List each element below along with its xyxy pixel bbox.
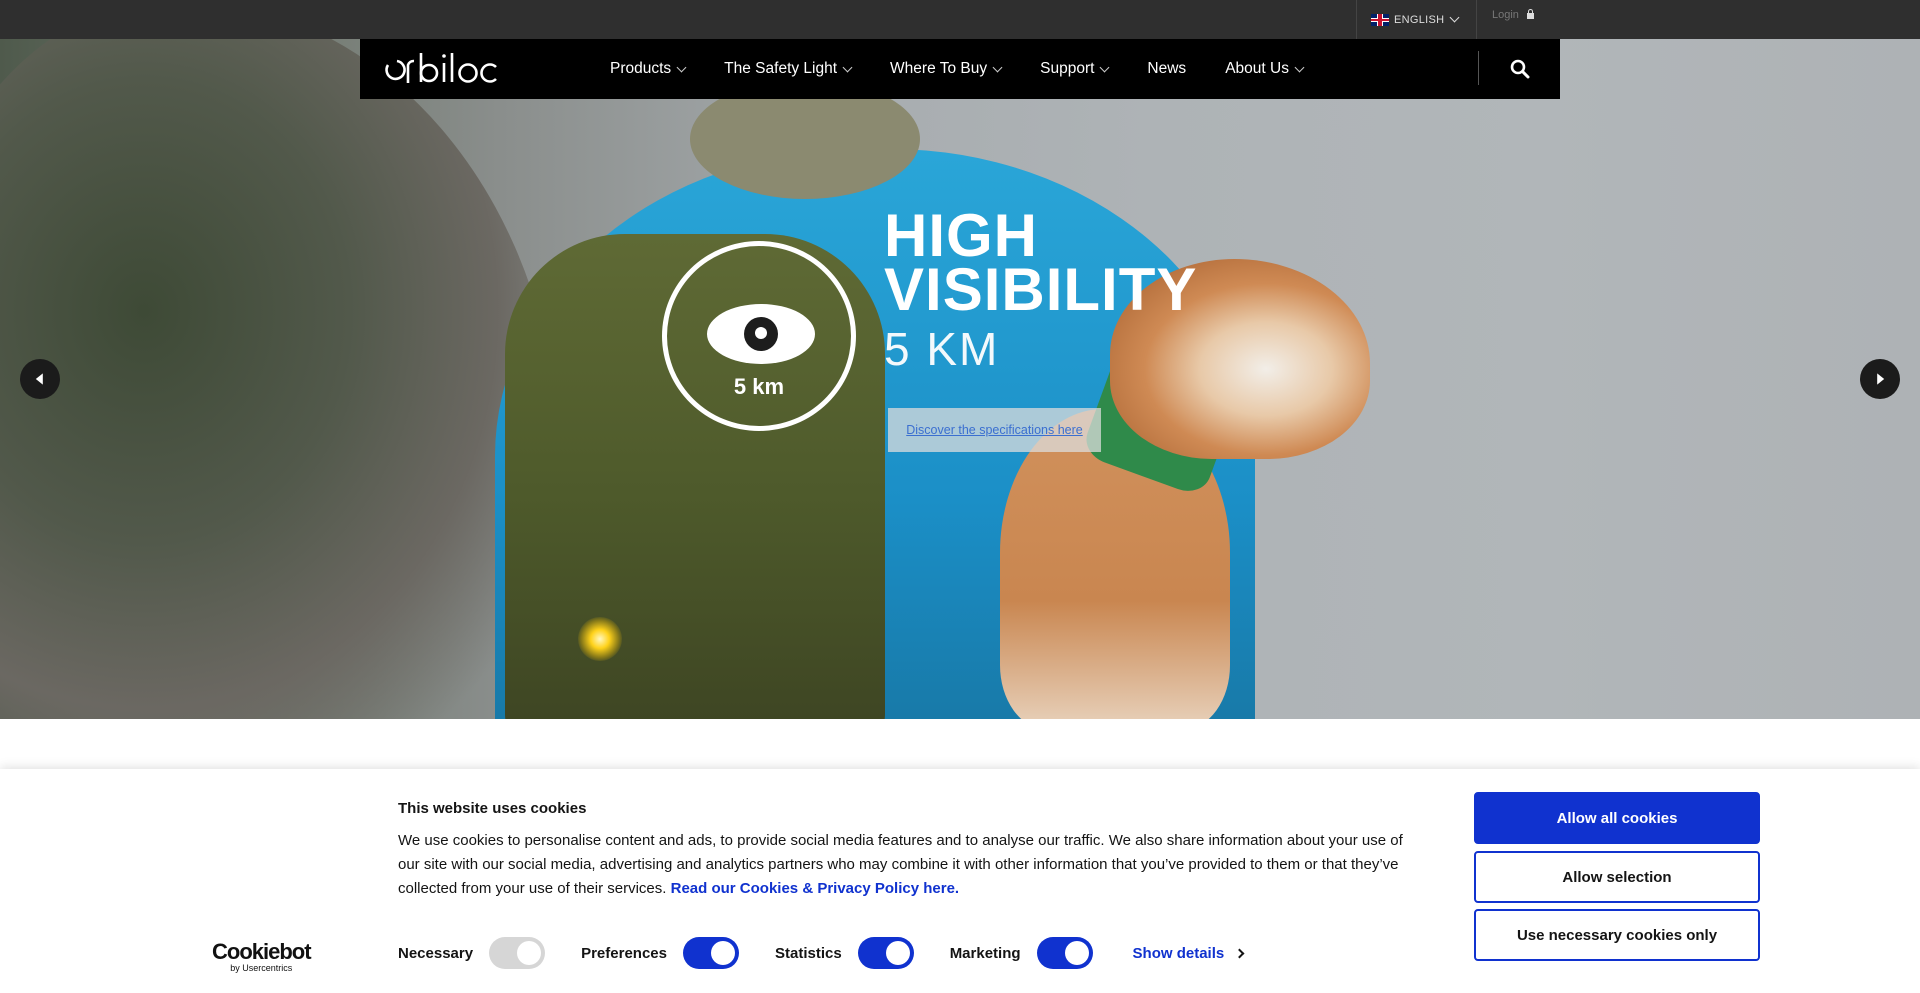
- cookie-description: We use cookies to personalise content an…: [398, 829, 1418, 901]
- allow-all-cookies-button[interactable]: Allow all cookies: [1474, 792, 1760, 844]
- nav-item-safety-light[interactable]: The Safety Light: [724, 60, 853, 78]
- chevron-down-icon: [676, 62, 687, 72]
- login-link[interactable]: Login: [1478, 0, 1560, 39]
- show-details-link[interactable]: Show details: [1132, 944, 1245, 962]
- chevron-down-icon: [1294, 62, 1305, 72]
- specifications-cta[interactable]: Discover the specifications here: [888, 408, 1101, 452]
- marketing-switch[interactable]: [1036, 937, 1093, 969]
- nav-item-label: The Safety Light: [724, 60, 838, 77]
- toggle-label: Marketing: [949, 944, 1021, 962]
- chevron-right-icon: [1234, 948, 1245, 958]
- cookie-consent-banner: Cookiebot by Usercentrics This website u…: [0, 769, 1920, 993]
- top-utility-bar: ENGLISH Login: [0, 0, 1920, 39]
- uk-flag-icon: [1371, 13, 1389, 26]
- chevron-down-icon: [842, 62, 853, 72]
- preferences-switch[interactable]: [682, 937, 739, 969]
- cookiebot-logo-text: Cookiebot: [212, 939, 312, 964]
- hero-headline-line2: VISIBILITY: [884, 256, 1198, 323]
- hero-mountain-background: [0, 39, 560, 719]
- hero-slider: 5 km HIGH VISIBILITY 5 KM Discover the s…: [0, 39, 1920, 719]
- nav-item-where-to-buy[interactable]: Where To Buy: [890, 60, 1003, 78]
- statistics-switch[interactable]: [857, 937, 914, 969]
- nav-menu: Products The Safety Light Where To Buy S…: [610, 39, 1342, 99]
- hero-subheadline: 5 KM: [884, 323, 1000, 375]
- cookiebot-logo: Cookiebot by Usercentrics: [212, 939, 312, 973]
- nav-item-label: Where To Buy: [890, 60, 988, 77]
- login-label: Login: [1492, 9, 1519, 21]
- lock-icon: [1526, 9, 1534, 19]
- badge-distance: 5 km: [733, 374, 785, 399]
- search-button[interactable]: [1510, 59, 1530, 84]
- toggle-necessary: Necessary: [398, 937, 546, 969]
- arrow-left-icon: [35, 373, 43, 385]
- nav-divider: [1478, 51, 1479, 85]
- nav-item-label: Products: [610, 60, 672, 77]
- necessary-only-button[interactable]: Use necessary cookies only: [1474, 909, 1760, 961]
- chevron-down-icon: [1099, 62, 1110, 72]
- chevron-down-icon: [1449, 12, 1460, 23]
- nav-item-label: Support: [1040, 60, 1095, 77]
- nav-item-support[interactable]: Support: [1040, 60, 1110, 78]
- nav-item-label: About Us: [1225, 60, 1289, 77]
- visibility-badge: 5 km: [662, 241, 856, 431]
- nav-item-label: News: [1147, 60, 1187, 77]
- privacy-policy-link[interactable]: Read our Cookies & Privacy Policy here.: [671, 880, 959, 897]
- show-details-label: Show details: [1132, 944, 1225, 962]
- toggle-label: Statistics: [774, 944, 842, 962]
- chevron-down-icon: [992, 62, 1003, 72]
- arrow-right-icon: [1877, 373, 1885, 385]
- eye-icon: [707, 304, 815, 364]
- hero-headline-line1: HIGH: [884, 202, 1038, 269]
- hero-safety-light-glow: [578, 617, 622, 661]
- main-navigation: Products The Safety Light Where To Buy S…: [360, 39, 1560, 99]
- toggle-label: Necessary: [398, 944, 474, 962]
- allow-selection-button[interactable]: Allow selection: [1474, 851, 1760, 903]
- specifications-link[interactable]: Discover the specifications here: [906, 423, 1082, 437]
- toggle-label: Preferences: [581, 944, 667, 962]
- language-selector[interactable]: ENGLISH: [1356, 0, 1477, 39]
- toggle-preferences: Preferences: [581, 937, 739, 969]
- search-icon: [1510, 59, 1530, 79]
- orbiloc-logo[interactable]: [384, 53, 524, 83]
- cookie-title: This website uses cookies: [398, 800, 587, 817]
- toggle-statistics: Statistics: [775, 937, 914, 969]
- slider-prev-button[interactable]: [20, 359, 60, 399]
- toggle-marketing: Marketing: [950, 937, 1093, 969]
- nav-item-news[interactable]: News: [1147, 60, 1186, 78]
- nav-item-products[interactable]: Products: [610, 60, 687, 78]
- slider-next-button[interactable]: [1860, 359, 1900, 399]
- nav-item-about-us[interactable]: About Us: [1225, 60, 1305, 78]
- cookie-toggles: Necessary Preferences Statistics Marketi…: [398, 937, 1245, 969]
- necessary-switch: [489, 937, 546, 969]
- language-label: ENGLISH: [1394, 13, 1445, 26]
- hero-headline: HIGH VISIBILITY: [884, 202, 1198, 323]
